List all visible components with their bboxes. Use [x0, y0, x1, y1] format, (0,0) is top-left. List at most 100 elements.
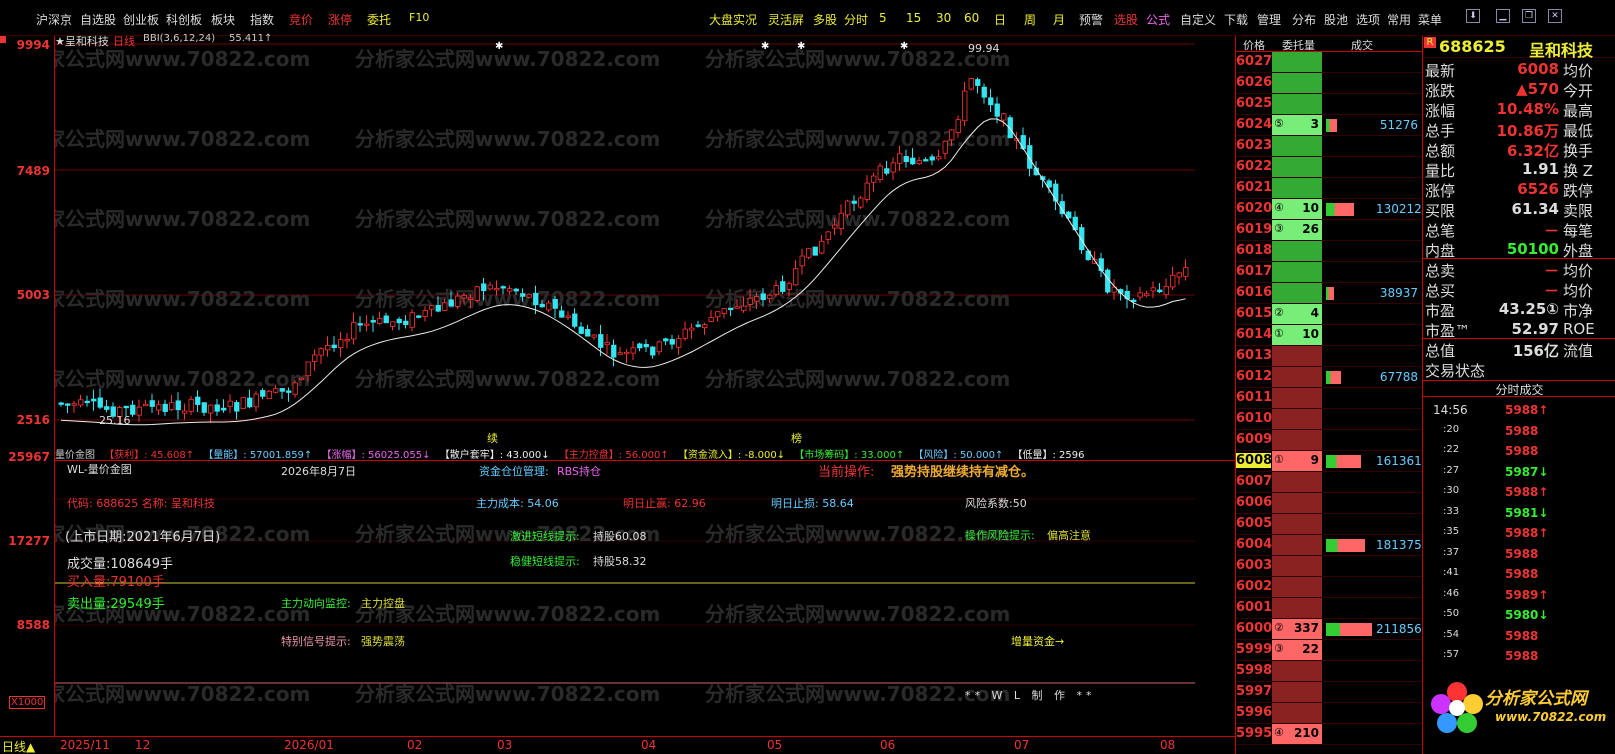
menu-item-auction[interactable]: 竞价 [289, 11, 313, 28]
menu-item-5min[interactable]: 5 [879, 11, 887, 25]
menu-item-monthly[interactable]: 月 [1053, 11, 1065, 28]
tick-price: 5988 [1505, 444, 1539, 458]
menu-item-download[interactable]: 下载 [1224, 11, 1248, 28]
menu-item-30min[interactable]: 30 [936, 11, 951, 25]
menu-item-watchlist[interactable]: 自选股 [80, 11, 116, 28]
close-icon[interactable]: ✕ [1548, 9, 1562, 23]
candle-body [162, 403, 168, 412]
candle-body [526, 293, 532, 298]
candle-body [500, 286, 506, 289]
order-book-row[interactable]: 6003 [1236, 556, 1423, 577]
order-book-row[interactable]: 6011 [1236, 388, 1423, 409]
candle-body [897, 153, 903, 164]
menu-item-multi-stock[interactable]: 多股 [813, 11, 837, 28]
book-vol-bar [1326, 371, 1341, 384]
period-label[interactable]: 日线 [113, 33, 135, 49]
indicator-panel[interactable]: 量价金图 【获利】: 45.608↑ 【量能】: 57001.859↑ 【涨幅】… [55, 450, 1235, 736]
order-book-row[interactable]: 6007 [1236, 472, 1423, 493]
tick-time: :50 [1443, 608, 1460, 619]
order-book-row[interactable]: 5998 [1236, 661, 1423, 682]
order-book-row[interactable]: 6024 ⑤ 3 51276 [1236, 115, 1423, 136]
order-book-row[interactable]: 5997 [1236, 682, 1423, 703]
order-book-row[interactable]: 5996 [1236, 703, 1423, 724]
book-qty-cell [1272, 535, 1322, 555]
menu-item-options[interactable]: 选项 [1356, 11, 1380, 28]
minimize-icon[interactable]: ▁ [1496, 9, 1510, 23]
order-book-row[interactable]: 6021 [1236, 178, 1423, 199]
menu-item-intraday[interactable]: 分时 [844, 11, 868, 28]
candle-body [1183, 267, 1189, 277]
menu-item-manage[interactable]: 管理 [1257, 11, 1281, 28]
menu-item-market-live[interactable]: 大盘实况 [709, 11, 757, 28]
order-book-row[interactable]: 6019 ③ 26 [1236, 220, 1423, 241]
menu-item-flex-screen[interactable]: 灵活屏 [768, 11, 804, 28]
restore-icon[interactable]: ❐ [1522, 9, 1536, 23]
candle-body [409, 312, 415, 328]
order-book-row[interactable]: 6004 181375 [1236, 535, 1423, 556]
order-book-row[interactable]: 6009 [1236, 430, 1423, 451]
order-book-row[interactable]: 6015 ② 4 [1236, 304, 1423, 325]
menu-item-menu[interactable]: 菜单 [1418, 11, 1442, 28]
ticks-title[interactable]: 分时成交 [1423, 380, 1615, 397]
order-book-row[interactable]: 6008 ① 9 161361 [1236, 451, 1423, 472]
order-book-row[interactable]: 6001 [1236, 598, 1423, 619]
order-book-row[interactable]: 6023 [1236, 136, 1423, 157]
pin-icon[interactable]: ⬇ [1466, 9, 1480, 23]
menu-item-weekly[interactable]: 周 [1024, 11, 1036, 28]
order-book-row[interactable]: 6020 ④ 10 130212 [1236, 199, 1423, 220]
menu-item-alert[interactable]: 预警 [1079, 11, 1103, 28]
order-book-row[interactable]: 6022 [1236, 157, 1423, 178]
menu-item-chinext[interactable]: 创业板 [123, 11, 159, 28]
menu-item-stock-pick[interactable]: 选股 [1114, 11, 1138, 28]
order-book-row[interactable]: 6010 [1236, 409, 1423, 430]
order-book-row[interactable]: 6027 [1236, 52, 1423, 73]
menu-item-distribution[interactable]: 分布 [1292, 11, 1316, 28]
order-book-row[interactable]: 6018 [1236, 241, 1423, 262]
order-book-row[interactable]: 6006 [1236, 493, 1423, 514]
quote-row: 涨跌 ▲570 今开 [1423, 78, 1615, 100]
order-book-row[interactable]: 6005 [1236, 514, 1423, 535]
menu-item-star-market[interactable]: 科创板 [166, 11, 202, 28]
menu-item-daily[interactable]: 日 [994, 11, 1006, 28]
menu-item-limit-up[interactable]: 涨停 [328, 11, 352, 28]
menu-item-order[interactable]: 委托 [367, 11, 391, 28]
book-price: 6019 [1236, 222, 1273, 237]
menu-item-60min[interactable]: 60 [964, 11, 979, 25]
order-book-row[interactable]: 6017 [1236, 262, 1423, 283]
menu-item-15min[interactable]: 15 [906, 11, 921, 25]
period-tag[interactable]: 日线▲ [2, 738, 35, 754]
menu-item-f10[interactable]: F10 [409, 11, 429, 24]
order-book-row[interactable]: 6000 ② 337 211856 [1236, 619, 1423, 640]
order-book-row[interactable]: 6026 [1236, 73, 1423, 94]
menu-item-custom[interactable]: 自定义 [1180, 11, 1216, 28]
candle-body [1150, 287, 1156, 292]
menu-item-index[interactable]: 指数 [250, 11, 274, 28]
candle-body [279, 388, 285, 392]
indicator-bar-item: 【获利】: 45.608↑ [104, 450, 195, 460]
order-book-row[interactable]: 6014 ① 10 [1236, 325, 1423, 346]
quote-row: 交易状态 [1423, 358, 1615, 380]
book-vol-bar [1326, 203, 1354, 216]
menu-item-sector[interactable]: 板块 [211, 11, 235, 28]
menu-item-stock-pool[interactable]: 股池 [1324, 11, 1348, 28]
candle-body [630, 347, 636, 354]
book-header-vol: 成交 [1351, 39, 1373, 52]
price-axis-label: 9994 [16, 38, 50, 52]
order-book-row[interactable]: 5999 ③ 22 [1236, 640, 1423, 661]
svg-text:分析家公式网www.70822.com: 分析家公式网www.70822.com [55, 207, 310, 231]
order-book-row[interactable]: 6016 38937 [1236, 283, 1423, 304]
order-book-row[interactable]: 6013 [1236, 346, 1423, 367]
menu-item-hushenjing[interactable]: 沪深京 [36, 11, 72, 28]
order-book-row[interactable]: 5995 ④ 210 [1236, 724, 1423, 745]
candle-body [682, 328, 688, 339]
order-book-row[interactable]: 6002 [1236, 577, 1423, 598]
menu-item-common[interactable]: 常用 [1387, 11, 1411, 28]
order-book-row[interactable]: 6025 [1236, 94, 1423, 115]
candle-body [104, 406, 110, 410]
kline-chart[interactable]: 分析家公式网www.70822.com 分析家公式网www.70822.com 分析… [55, 33, 1235, 460]
menu-item-formula[interactable]: 公式 [1146, 11, 1170, 28]
tick-row: :46 5989↑ [1423, 585, 1615, 605]
quote-row: 总值 156亿 流值 [1423, 338, 1615, 360]
order-book-row[interactable]: 6012 67788 [1236, 367, 1423, 388]
candle-body [208, 404, 214, 414]
